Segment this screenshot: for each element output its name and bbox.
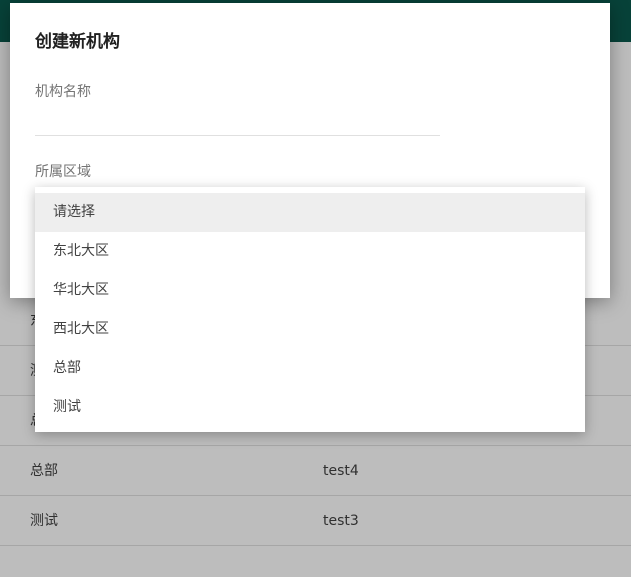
region-option-placeholder[interactable]: 请选择 (35, 193, 585, 232)
organization-name-label: 机构名称 (35, 84, 91, 100)
region-dropdown-menu: 请选择 东北大区 华北大区 西北大区 总部 测试 (35, 187, 585, 432)
organization-name-input[interactable] (35, 109, 440, 136)
region-option-north[interactable]: 华北大区 (35, 271, 585, 310)
region-option-test[interactable]: 测试 (35, 388, 585, 427)
region-label: 所属区域 (35, 164, 91, 180)
region-option-northeast[interactable]: 东北大区 (35, 232, 585, 271)
region-option-headquarters[interactable]: 总部 (35, 349, 585, 388)
dialog-title: 创建新机构 (35, 32, 120, 52)
region-option-northwest[interactable]: 西北大区 (35, 310, 585, 349)
